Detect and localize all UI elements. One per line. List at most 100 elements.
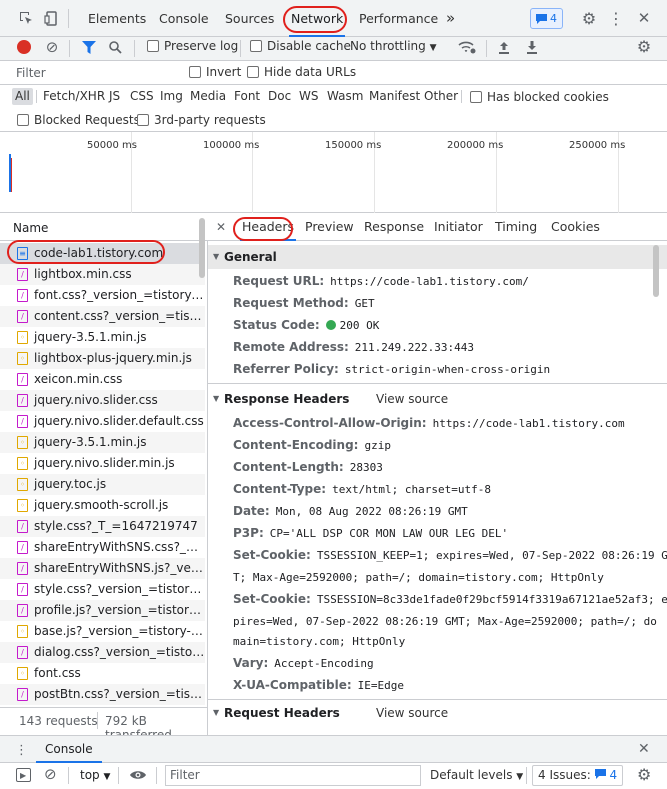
request-row[interactable]: ◦ base.js?_version_=tistory-e57... (0, 621, 205, 642)
request-headers-section-header[interactable]: ▼ Request Headers View source (208, 702, 667, 724)
request-row[interactable]: ◦ jquery.nivo.slider.min.js (0, 453, 205, 474)
type-filter-media[interactable]: Media (187, 88, 229, 105)
type-filter-wasm[interactable]: Wasm (324, 88, 366, 105)
request-row[interactable]: / jquery.nivo.slider.default.css (0, 411, 205, 432)
import-har-icon[interactable] (495, 38, 513, 56)
view-source-link[interactable]: View source (376, 702, 448, 724)
request-row[interactable]: / lightbox.min.css (0, 264, 205, 285)
request-row[interactable]: ◦ jquery-3.5.1.min.js (0, 432, 205, 453)
console-settings-icon[interactable]: ⚙ (637, 765, 651, 784)
request-row[interactable]: / xeicon.min.css (0, 369, 205, 390)
request-row[interactable]: ◦ jquery.smooth-scroll.js (0, 495, 205, 516)
issues-badge[interactable]: 4 (530, 8, 563, 29)
tab-response[interactable]: Response (364, 213, 424, 241)
request-row[interactable]: ◦ jquery.toc.js (0, 474, 205, 495)
network-conditions-icon[interactable] (458, 38, 476, 56)
request-row[interactable]: / shareEntryWithSNS.css?_versi... (0, 537, 205, 558)
live-expression-eye-icon[interactable] (130, 769, 146, 783)
drawer-menu-icon[interactable]: ⋮ (15, 743, 28, 758)
close-details-icon[interactable]: ✕ (212, 218, 230, 236)
tab-headers[interactable]: Headers (240, 213, 297, 241)
status-code: Status Code: 200 OK (233, 318, 380, 332)
view-source-link[interactable]: View source (376, 387, 448, 411)
request-row[interactable]: / postBtn.css?_version_=tistory-... (0, 684, 205, 705)
console-issues-button[interactable]: 4 Issues: 4 (532, 765, 624, 786)
request-row[interactable]: / shareEntryWithSNS.js?_versio... (0, 558, 205, 579)
filter-icon[interactable] (80, 38, 98, 56)
log-levels-select[interactable]: Default levels ▼ (430, 768, 523, 782)
filter-input[interactable]: Filter (11, 63, 176, 83)
inspect-element-icon[interactable] (17, 9, 35, 27)
request-name: lightbox.min.css (34, 267, 132, 281)
search-icon[interactable] (106, 38, 124, 56)
type-filter-manifest[interactable]: Manifest (366, 88, 423, 105)
tab-console[interactable]: Console (159, 0, 209, 37)
script-file-icon: ◦ (17, 625, 28, 638)
name-column-header[interactable]: Name (0, 213, 208, 241)
request-row[interactable]: / jquery.nivo.slider.css (0, 390, 205, 411)
timeline-overview[interactable]: 50000 ms 100000 ms 150000 ms 200000 ms 2… (0, 132, 667, 213)
gear-icon[interactable]: ⚙ (580, 9, 598, 28)
type-filter-img[interactable]: Img (157, 88, 186, 105)
tab-timing[interactable]: Timing (495, 213, 537, 241)
request-row[interactable]: / style.css?_version_=tistory-e5... (0, 579, 205, 600)
throttling-select[interactable]: No throttling ▼ (350, 39, 437, 53)
blocked-requests-checkbox[interactable] (17, 114, 29, 126)
response-headers-section-header[interactable]: ▼ Response Headers View source (208, 387, 667, 411)
request-name: jquery.nivo.slider.default.css (34, 414, 204, 428)
request-row[interactable]: / content.css?_version_=tistory-... (0, 306, 205, 327)
type-filter-ws[interactable]: WS (296, 88, 321, 105)
preserve-log-checkbox[interactable] (147, 40, 159, 52)
more-options-icon[interactable]: ⋮ (607, 9, 625, 28)
more-tabs-icon[interactable]: » (446, 0, 455, 37)
script-file-icon: ◦ (17, 436, 28, 449)
type-filter-all[interactable]: All (12, 88, 33, 105)
disable-cache-checkbox[interactable] (250, 40, 262, 52)
request-row[interactable]: ≡ code-lab1.tistory.com (0, 243, 205, 264)
tab-initiator[interactable]: Initiator (434, 213, 483, 241)
clear-icon[interactable]: ⊘ (43, 38, 61, 56)
hide-data-urls-checkbox[interactable] (247, 66, 259, 78)
console-drawer-header: ⋮ Console ✕ (0, 735, 667, 763)
request-list-scrollbar[interactable] (199, 218, 205, 278)
request-row[interactable]: / profile.js?_version_=tistory-e5... (0, 600, 205, 621)
tab-cookies[interactable]: Cookies (551, 213, 600, 241)
third-party-checkbox[interactable] (137, 114, 149, 126)
type-filter-js[interactable]: JS (106, 88, 123, 105)
stylesheet-file-icon: / (17, 562, 28, 575)
tab-elements[interactable]: Elements (88, 0, 146, 37)
tab-preview[interactable]: Preview (305, 213, 354, 241)
tab-performance[interactable]: Performance (359, 0, 438, 37)
details-scrollbar[interactable] (653, 245, 659, 297)
network-settings-icon[interactable]: ⚙ (635, 37, 653, 56)
export-har-icon[interactable] (523, 38, 541, 56)
script-file-icon: ◦ (17, 352, 28, 365)
request-row[interactable]: ◦ jquery-3.5.1.min.js (0, 327, 205, 348)
tab-sources[interactable]: Sources (225, 0, 274, 37)
has-blocked-cookies-checkbox[interactable] (470, 91, 482, 103)
referrer-policy: Referrer Policy: strict-origin-when-cross… (233, 362, 551, 376)
type-filter-font[interactable]: Font (231, 88, 263, 105)
request-row[interactable]: ◦ font.css (0, 663, 205, 684)
invert-checkbox[interactable] (189, 66, 201, 78)
general-section-header[interactable]: ▼ General (208, 245, 667, 269)
request-row[interactable]: ◦ lightbox-plus-jquery.min.js (0, 348, 205, 369)
close-drawer-icon[interactable]: ✕ (638, 741, 650, 757)
close-icon[interactable]: ✕ (635, 9, 653, 27)
drawer-tab-console[interactable]: Console (36, 736, 102, 763)
tab-network[interactable]: Network (289, 0, 346, 37)
console-sidebar-icon[interactable]: ▶ (16, 768, 31, 782)
type-filter-other[interactable]: Other (421, 88, 461, 105)
console-filter-input[interactable]: Filter (165, 765, 421, 786)
request-row[interactable]: / dialog.css?_version_=tistory-e... (0, 642, 205, 663)
record-icon[interactable] (17, 40, 31, 54)
clear-console-icon[interactable]: ⊘ (44, 765, 57, 783)
context-select[interactable]: top ▼ (80, 768, 110, 782)
request-method: Request Method: GET (233, 296, 375, 310)
type-filter-fetch-xhr[interactable]: Fetch/XHR (40, 88, 108, 105)
device-toolbar-icon[interactable] (42, 9, 60, 27)
request-row[interactable]: / font.css?_version_=tistory-e57 (0, 285, 205, 306)
type-filter-doc[interactable]: Doc (265, 88, 294, 105)
request-row[interactable]: / style.css?_T_=1647219747 (0, 516, 205, 537)
type-filter-css[interactable]: CSS (127, 88, 157, 105)
